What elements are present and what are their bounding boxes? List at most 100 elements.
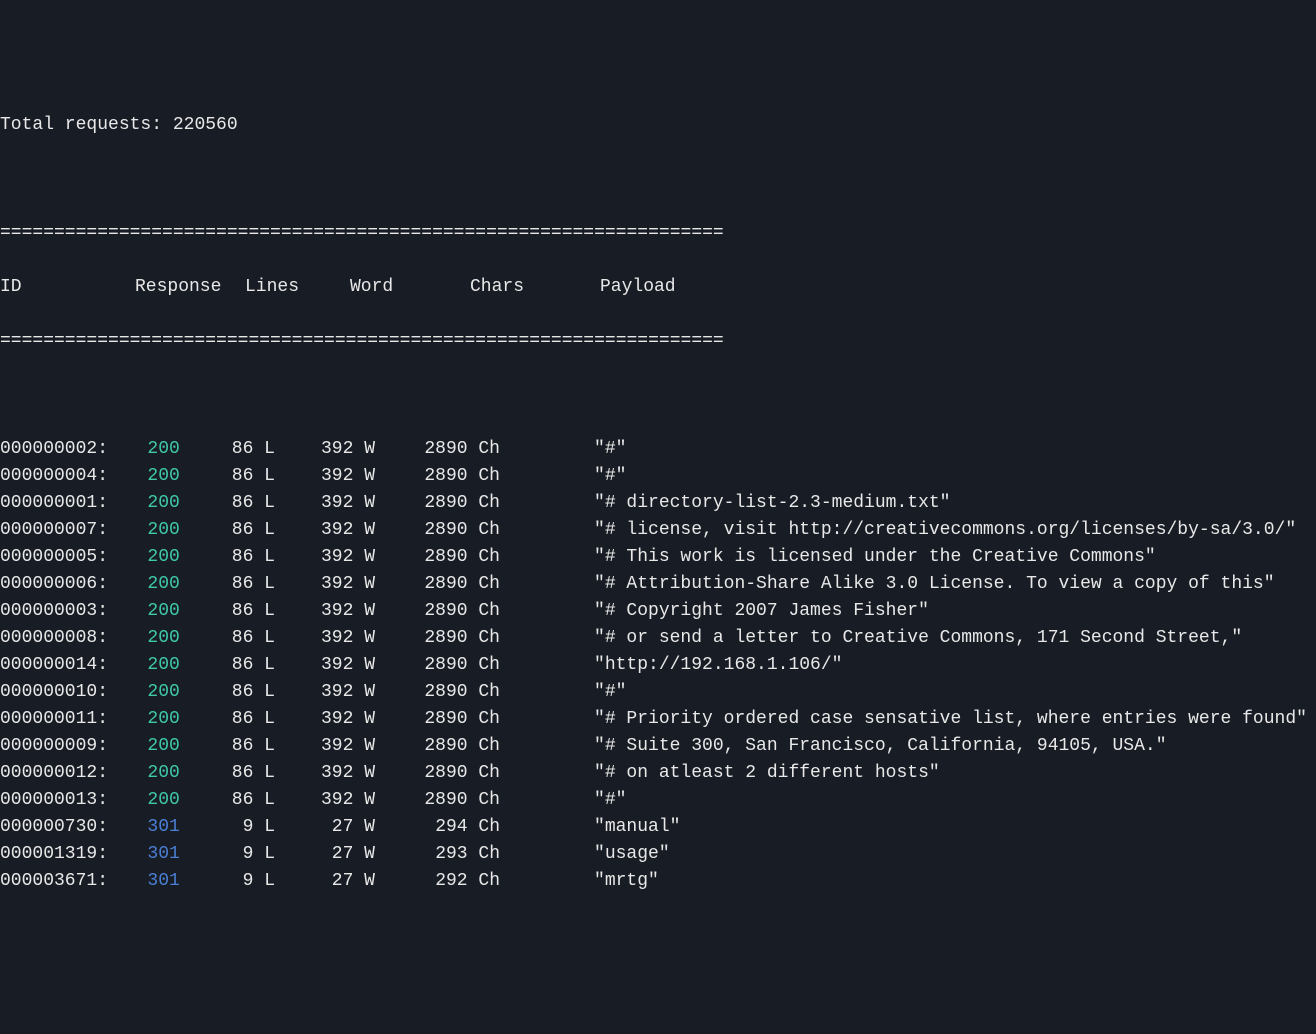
row-word: 392 W [310,463,415,490]
row-lines: 86 L [215,787,310,814]
row-word: 27 W [310,814,415,841]
row-chars: 2890 Ch [415,463,540,490]
row-id: 000000004: [0,463,115,490]
row-word: 392 W [310,490,415,517]
row-id: 000000010: [0,679,115,706]
row-chars: 2890 Ch [415,760,540,787]
table-row: 000000005: 20086 L392 W2890 Ch "# This w… [0,544,1316,571]
row-word: 392 W [310,598,415,625]
row-payload: "# or send a letter to Creative Commons,… [594,625,1242,652]
row-payload: "usage" [594,841,670,868]
row-id: 000000005: [0,544,115,571]
row-id: 000000002: [0,436,115,463]
row-chars: 294 Ch [415,814,540,841]
header-chars: Chars [470,274,600,301]
table-row: 000001319: 3019 L27 W293 Ch "usage" [0,841,1316,868]
row-id: 000000014: [0,652,115,679]
row-id: 000000006: [0,571,115,598]
table-row: 000000730: 301 9 L27 W294 Ch "manual" [0,814,1316,841]
row-id: 000000730: [0,814,115,841]
row-chars: 2890 Ch [415,706,540,733]
row-chars: 2890 Ch [415,490,540,517]
row-payload: "mrtg" [594,868,659,895]
table-row: 000000011: 20086 L392 W2890 Ch "# Priori… [0,706,1316,733]
divider-bottom: ========================================… [0,328,1316,355]
row-word: 392 W [310,706,415,733]
row-payload: "# Suite 300, San Francisco, California,… [594,733,1167,760]
row-lines: 86 L [215,517,310,544]
row-id: 000000008: [0,625,115,652]
table-row: 000000007: 20086 L392 W2890 Ch "# licens… [0,517,1316,544]
row-lines: 86 L [215,463,310,490]
table-row: 000000003: 20086 L392 W2890 Ch "# Copyri… [0,598,1316,625]
row-lines: 9 L [215,814,310,841]
row-lines: 86 L [215,544,310,571]
table-row: 000000004: 20086 L392 W2890 Ch "#" [0,463,1316,490]
table-row: 000000008: 20086 L392 W2890 Ch "# or sen… [0,625,1316,652]
row-payload: "# directory-list-2.3-medium.txt" [594,490,950,517]
row-response: 200 [147,574,179,594]
results-body: 000000002: 20086 L392 W2890 Ch "#"000000… [0,436,1316,895]
row-id: 000000011: [0,706,115,733]
total-requests: Total requests: 220560 [0,112,1316,139]
row-payload: "# Attribution-Share Alike 3.0 License. … [594,571,1275,598]
table-row: 000000001: 20086 L392 W2890 Ch "# direct… [0,490,1316,517]
row-response: 200 [147,790,179,810]
row-id: 000001319: [0,841,115,868]
header-id: ID [0,274,135,301]
row-word: 392 W [310,760,415,787]
row-chars: 292 Ch [415,868,540,895]
total-label: Total requests: [0,115,162,135]
row-lines: 86 L [215,652,310,679]
row-payload: "# license, visit http://creativecommons… [594,517,1296,544]
row-chars: 2890 Ch [415,787,540,814]
table-row: 000000009: 20086 L392 W2890 Ch "# Suite … [0,733,1316,760]
row-response: 200 [147,709,179,729]
row-response: 200 [147,736,179,756]
row-id: 000000013: [0,787,115,814]
header-response: Response [135,274,245,301]
row-chars: 293 Ch [415,841,540,868]
row-chars: 2890 Ch [415,517,540,544]
row-lines: 86 L [215,625,310,652]
table-row: 000000006: 20086 L392 W2890 Ch "# Attrib… [0,571,1316,598]
total-value: 220560 [173,115,238,135]
row-word: 27 W [310,868,415,895]
row-id: 000003671: [0,868,115,895]
row-payload: "# Priority ordered case sensative list,… [594,706,1307,733]
row-response: 301 [147,844,179,864]
row-id: 000000012: [0,760,115,787]
row-payload: "http://192.168.1.106/" [594,652,842,679]
divider-top: ========================================… [0,220,1316,247]
row-id: 000000003: [0,598,115,625]
row-payload: "manual" [594,814,680,841]
row-lines: 86 L [215,733,310,760]
blank-line [0,166,1316,193]
header-payload: Payload [600,274,676,301]
row-word: 392 W [310,733,415,760]
row-response: 301 [147,817,179,837]
row-payload: "#" [594,436,626,463]
table-row: 000000013: 20086 L392 W2890 Ch "#" [0,787,1316,814]
row-chars: 2890 Ch [415,436,540,463]
row-id: 000000001: [0,490,115,517]
row-response: 200 [147,655,179,675]
row-lines: 9 L [215,868,310,895]
row-word: 392 W [310,571,415,598]
header-row: IDResponseLinesWordCharsPayload [0,274,1316,301]
table-row: 000000014: 20086 L392 W2890 Ch "http://1… [0,652,1316,679]
row-word: 392 W [310,652,415,679]
row-response: 200 [147,601,179,621]
row-payload: "#" [594,787,626,814]
row-word: 392 W [310,544,415,571]
table-row: 000000010: 20086 L392 W2890 Ch "#" [0,679,1316,706]
row-lines: 86 L [215,436,310,463]
row-word: 392 W [310,625,415,652]
row-word: 27 W [310,841,415,868]
row-lines: 86 L [215,679,310,706]
row-chars: 2890 Ch [415,571,540,598]
row-payload: "# Copyright 2007 James Fisher" [594,598,929,625]
header-word: Word [350,274,470,301]
row-payload: "# This work is licensed under the Creat… [594,544,1156,571]
row-id: 000000007: [0,517,115,544]
